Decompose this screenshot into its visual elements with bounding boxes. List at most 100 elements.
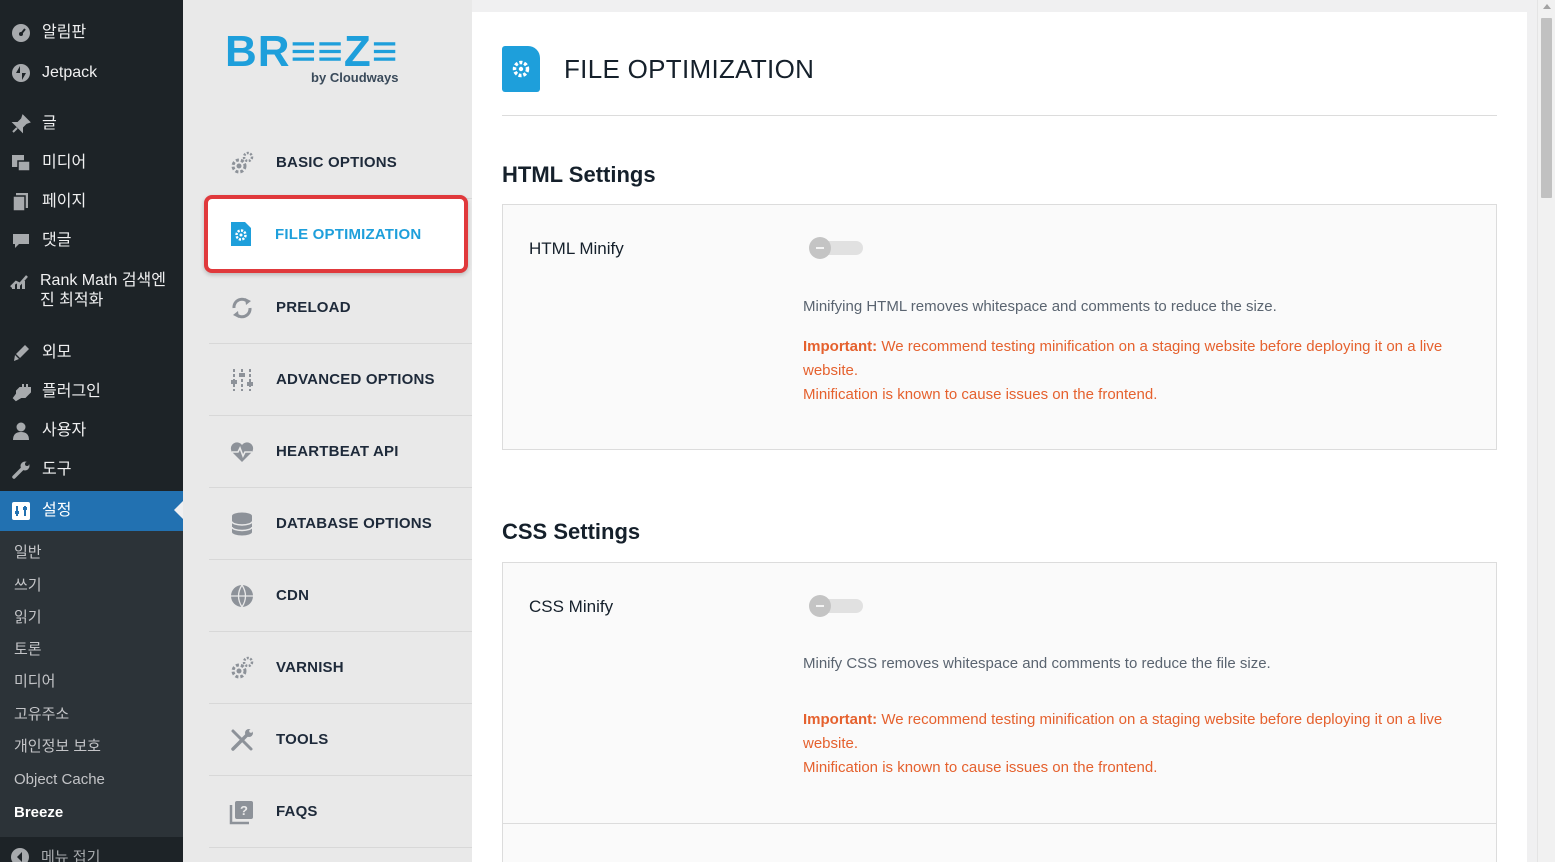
nav-label: TOOLS <box>276 731 329 748</box>
html-minify-warning: Important: We recommend testing minifica… <box>803 335 1463 407</box>
wp-menu-users[interactable]: 사용자 <box>0 421 183 441</box>
file-gear-icon <box>502 46 540 92</box>
nav-label: BASIC OPTIONS <box>276 154 397 171</box>
nav-label: ADVANCED OPTIONS <box>276 371 435 388</box>
html-settings-title: HTML Settings <box>502 162 656 187</box>
gears-icon <box>229 655 255 681</box>
css-minify-label: CSS Minify <box>529 597 614 616</box>
page-title: FILE OPTIMIZATION <box>564 53 815 84</box>
wp-menu-tools[interactable]: 도구 <box>0 460 183 480</box>
wp-menu-label: 미디어 <box>42 154 87 171</box>
issue-text: Minification is known to cause issues on… <box>803 386 1158 403</box>
wp-menu-label: 설정 <box>42 502 72 519</box>
faq-icon: ? <box>229 799 255 825</box>
jetpack-icon <box>10 63 32 83</box>
nav-label: FAQS <box>276 803 318 820</box>
wp-menu-posts[interactable]: 글 <box>0 114 183 134</box>
rankmath-icon <box>10 271 30 291</box>
users-icon <box>10 421 32 441</box>
css-settings-card: CSS Minify Minify CSS removes whitespace… <box>502 562 1497 862</box>
breeze-logo: BR≡≡Z≡ by Cloudways <box>225 27 399 86</box>
nav-file-optimization[interactable]: FILE OPTIMIZATION <box>204 195 468 273</box>
file-gear-icon <box>228 221 254 247</box>
nav-cdn[interactable]: CDN <box>209 560 472 632</box>
html-minify-toggle[interactable] <box>809 237 864 259</box>
svg-text:?: ? <box>240 803 248 818</box>
wp-menu-appearance[interactable]: 외모 <box>0 343 183 363</box>
nav-tools[interactable]: TOOLS <box>209 704 472 776</box>
wp-collapse-menu-button[interactable]: 메뉴 접기 <box>10 846 100 862</box>
media-icon <box>10 153 32 173</box>
wp-submenu-writing[interactable]: 쓰기 <box>14 576 42 596</box>
nav-varnish[interactable]: VARNISH <box>209 632 472 704</box>
heartbeat-icon <box>229 439 255 465</box>
page-header: FILE OPTIMIZATION <box>502 46 814 92</box>
nav-database-options[interactable]: DATABASE OPTIONS <box>209 488 472 560</box>
comments-icon <box>10 231 32 251</box>
scrollbar-thumb[interactable] <box>1541 18 1552 198</box>
tools-icon <box>229 727 255 753</box>
important-text: We recommend testing minification on a s… <box>803 711 1443 752</box>
wp-submenu-discussion[interactable]: 토론 <box>14 640 42 660</box>
nav-heartbeat-api[interactable]: HEARTBEAT API <box>209 416 472 488</box>
wp-admin-sidebar: 알림판 Jetpack 글 미디어 페이지 댓글 Rank Math 검색엔진 … <box>0 0 183 862</box>
nav-label: HEARTBEAT API <box>276 443 399 460</box>
css-minify-description: Minify CSS removes whitespace and commen… <box>803 655 1271 672</box>
wp-menu-rankmath[interactable]: Rank Math 검색엔진 최적화 <box>0 271 175 311</box>
wp-menu-label: 페이지 <box>42 193 87 210</box>
wp-menu-label: 사용자 <box>42 422 87 439</box>
wp-submenu-general[interactable]: 일반 <box>14 543 42 563</box>
wp-submenu-privacy[interactable]: 개인정보 보호 <box>14 737 101 757</box>
nav-label: CDN <box>276 587 310 604</box>
html-settings-card: HTML Minify Minifying HTML removes white… <box>502 204 1497 450</box>
nav-label: PRELOAD <box>276 299 351 316</box>
page-scrollbar[interactable] <box>1537 0 1555 862</box>
collapse-icon <box>10 847 30 862</box>
wp-submenu-permalinks[interactable]: 고유주소 <box>14 705 69 725</box>
wp-menu-label: Jetpack <box>42 64 98 81</box>
important-text: We recommend testing minification on a s… <box>803 338 1443 379</box>
wp-menu-label: 도구 <box>42 461 72 478</box>
sliders-icon <box>229 367 255 393</box>
nav-label: VARNISH <box>276 659 344 676</box>
issue-text: Minification is known to cause issues on… <box>803 759 1158 776</box>
header-divider <box>502 115 1497 116</box>
scroll-up-arrow-icon[interactable] <box>1543 4 1551 9</box>
nav-basic-options[interactable]: BASIC OPTIONS <box>209 127 472 199</box>
wp-submenu-object-cache[interactable]: Object Cache <box>14 770 105 790</box>
wp-settings-submenu: 일반 쓰기 읽기 토론 미디어 고유주소 개인정보 보호 Object Cach… <box>0 531 183 837</box>
collapse-label: 메뉴 접기 <box>41 849 101 862</box>
important-prefix: Important: <box>803 338 878 355</box>
wp-submenu-reading[interactable]: 읽기 <box>14 608 42 628</box>
wp-menu-label: 댓글 <box>42 232 72 249</box>
plugins-icon <box>10 382 32 402</box>
nav-label: FILE OPTIMIZATION <box>275 225 422 243</box>
refresh-icon <box>229 295 255 321</box>
active-arrow-indicator <box>174 501 183 519</box>
wp-menu-comments[interactable]: 댓글 <box>0 231 183 251</box>
important-prefix: Important: <box>803 711 878 728</box>
css-minify-warning: Important: We recommend testing minifica… <box>803 708 1463 780</box>
wp-menu-jetpack[interactable]: Jetpack <box>0 63 183 83</box>
css-minify-toggle[interactable] <box>809 595 864 617</box>
nav-preload[interactable]: PRELOAD <box>209 272 472 344</box>
wp-submenu-media[interactable]: 미디어 <box>14 672 55 692</box>
dashboard-icon <box>10 23 32 43</box>
wp-submenu-breeze[interactable]: Breeze <box>14 803 63 823</box>
wp-menu-dashboard[interactable]: 알림판 <box>0 23 183 43</box>
appearance-icon <box>10 343 32 363</box>
nav-advanced-options[interactable]: ADVANCED OPTIONS <box>209 344 472 416</box>
breeze-logo-word: BR≡≡Z≡ <box>225 27 399 76</box>
nav-faqs[interactable]: ? FAQS <box>209 776 472 848</box>
css-settings-title: CSS Settings <box>502 519 641 544</box>
wp-menu-plugins[interactable]: 플러그인 <box>0 382 183 402</box>
wp-menu-label: 외모 <box>42 344 72 361</box>
wp-menu-media[interactable]: 미디어 <box>0 153 183 173</box>
pages-icon <box>10 192 32 212</box>
main-content: FILE OPTIMIZATION HTML Settings HTML Min… <box>472 12 1527 862</box>
wp-menu-pages[interactable]: 페이지 <box>0 192 183 212</box>
wp-menu-settings[interactable]: 설정 <box>0 491 183 531</box>
html-minify-label: HTML Minify <box>529 239 624 258</box>
nav-label: DATABASE OPTIONS <box>276 515 432 532</box>
breeze-settings-nav: BR≡≡Z≡ by Cloudways BASIC OPTIONS FILE O… <box>183 0 472 862</box>
